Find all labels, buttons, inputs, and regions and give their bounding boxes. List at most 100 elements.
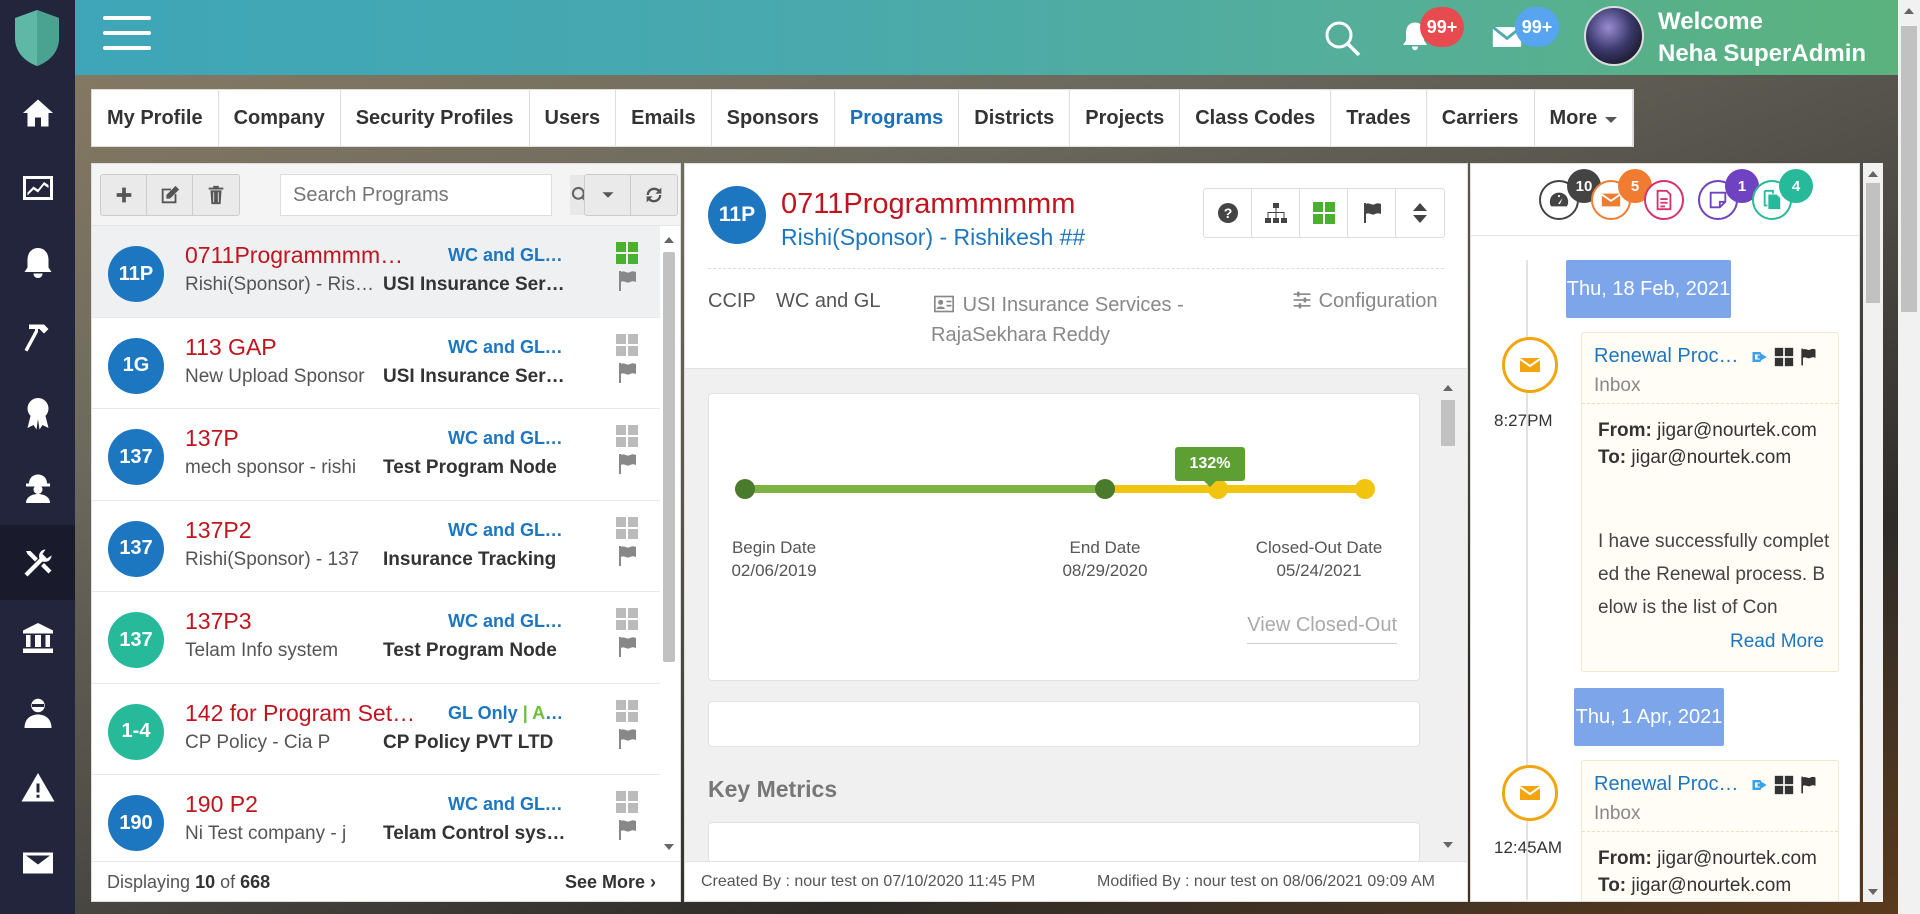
scroll-up-icon[interactable]	[1443, 385, 1453, 391]
closed-out-marker	[1355, 479, 1375, 499]
email-subject[interactable]: Renewal Process	[1594, 345, 1744, 368]
scroll-up-icon[interactable]	[664, 237, 674, 243]
tab-my-profile[interactable]: My Profile	[92, 90, 219, 146]
list-item[interactable]: 190 190 P2 WC and GL Program Ni Test com…	[92, 775, 660, 862]
hamburger-menu-icon[interactable]	[103, 16, 151, 56]
scroll-down-icon[interactable]	[1868, 889, 1878, 895]
email-card[interactable]: Renewal Process Inbox From: jigar@nourte…	[1581, 760, 1839, 901]
view-closed-out-button[interactable]: View Closed-Out	[1247, 614, 1397, 644]
worker-icon[interactable]	[0, 450, 75, 525]
edit-button[interactable]	[147, 175, 193, 215]
scroll-down-icon[interactable]	[1443, 842, 1453, 848]
grid-icon[interactable]	[1300, 189, 1348, 237]
list-item[interactable]: 137 137P3 WC and GL Program Telam Info s…	[92, 592, 660, 684]
list-item[interactable]: 11P 0711Programmmmmmm WC and GL Program …	[92, 226, 660, 318]
forward-icon[interactable]	[1750, 775, 1770, 795]
list-item[interactable]: 137 137P2 WC and GL Program Rishi(Sponso…	[92, 500, 660, 592]
grid-icon[interactable]	[615, 699, 639, 723]
tab-emails[interactable]: Emails	[616, 90, 712, 146]
email-card[interactable]: Renewal Process Inbox From: jigar@nourte…	[1581, 332, 1839, 672]
program-insurer: Test Program Node	[383, 640, 557, 661]
program-name: 0711Programmmmmmm	[185, 242, 417, 268]
dashboard-icon[interactable]	[0, 150, 75, 225]
tab-security-profiles[interactable]: Security Profiles	[341, 90, 530, 146]
scrollbar-thumb[interactable]	[1441, 400, 1455, 446]
grid-icon[interactable]	[1774, 347, 1794, 367]
flag-icon[interactable]	[1348, 189, 1396, 237]
tab-trades[interactable]: Trades	[1331, 90, 1427, 146]
document-icon[interactable]	[1644, 180, 1684, 220]
tab-projects[interactable]: Projects	[1070, 90, 1181, 146]
scroll-down-icon[interactable]	[664, 844, 674, 850]
program-sponsor-link[interactable]: Rishi(Sponsor) - Rishikesh ##	[781, 224, 1085, 251]
grid-icon[interactable]	[615, 790, 639, 814]
tab-programs[interactable]: Programs	[835, 90, 960, 146]
sort-icon[interactable]	[1396, 189, 1444, 237]
email-card-actions	[1750, 775, 1818, 795]
scrollbar-thumb[interactable]	[663, 252, 675, 662]
list-item[interactable]: 1-4 142 for Program Setup GL Only | Acti…	[92, 683, 660, 775]
begin-marker	[735, 479, 755, 499]
bell-icon[interactable]	[0, 225, 75, 300]
detail-scrollbar[interactable]	[1439, 382, 1457, 852]
tab-users[interactable]: Users	[530, 90, 617, 146]
agent-icon[interactable]	[0, 675, 75, 750]
flag-icon[interactable]	[615, 727, 639, 751]
flag-icon[interactable]	[1798, 775, 1818, 795]
activity-time: 8:27PM	[1494, 411, 1553, 430]
program-type-gl: GL Only	[448, 702, 518, 723]
tab-carriers[interactable]: Carriers	[1427, 90, 1535, 146]
list-item[interactable]: 137 137P WC and GL Program mech sponsor …	[92, 409, 660, 501]
flag-icon[interactable]	[615, 361, 639, 385]
tools-icon[interactable]	[0, 525, 75, 600]
grid-icon[interactable]	[615, 516, 639, 540]
flag-icon[interactable]	[615, 544, 639, 568]
tab-more[interactable]: More	[1535, 90, 1634, 146]
list-scrollbar[interactable]	[660, 234, 678, 854]
grid-icon[interactable]	[615, 607, 639, 631]
warning-icon[interactable]	[0, 750, 75, 825]
tab-class-codes[interactable]: Class Codes	[1180, 90, 1332, 146]
shield-logo-icon[interactable]	[12, 8, 62, 68]
activity-scrollbar[interactable]	[1863, 163, 1883, 902]
search-input[interactable]	[281, 175, 570, 215]
tab-company[interactable]: Company	[219, 90, 341, 146]
help-icon[interactable]: ?	[1204, 189, 1252, 237]
scrollbar-thumb[interactable]	[1901, 26, 1917, 312]
see-more-link[interactable]: See More ›	[565, 872, 656, 893]
avatar[interactable]	[1584, 6, 1644, 66]
refresh-icon[interactable]	[631, 175, 677, 215]
flag-icon[interactable]	[615, 818, 639, 842]
list-item[interactable]: 1G 113 GAP WC and GL Program New Upload …	[92, 317, 660, 409]
tab-sponsors[interactable]: Sponsors	[712, 90, 835, 146]
bank-icon[interactable]	[0, 600, 75, 675]
award-icon[interactable]	[0, 375, 75, 450]
flag-icon[interactable]	[615, 269, 639, 293]
hammer-icon[interactable]	[0, 300, 75, 375]
chevron-right-icon: ›	[650, 872, 656, 892]
forward-icon[interactable]	[1750, 347, 1770, 367]
mail-icon[interactable]	[0, 825, 75, 900]
flag-icon[interactable]	[615, 452, 639, 476]
scroll-up-icon[interactable]	[1868, 171, 1878, 177]
scroll-up-icon[interactable]	[1904, 8, 1914, 14]
tab-districts[interactable]: Districts	[959, 90, 1071, 146]
grid-icon[interactable]	[615, 333, 639, 357]
home-icon[interactable]	[0, 75, 75, 150]
email-subject[interactable]: Renewal Process	[1594, 773, 1744, 796]
hierarchy-icon[interactable]	[1252, 189, 1300, 237]
scrollbar-thumb[interactable]	[1866, 183, 1880, 303]
flag-icon[interactable]	[615, 635, 639, 659]
delete-button[interactable]	[193, 175, 239, 215]
grid-icon[interactable]	[615, 241, 639, 265]
add-button[interactable]	[101, 175, 147, 215]
filter-dropdown-icon[interactable]	[585, 175, 631, 215]
read-more-link[interactable]: Read More	[1730, 631, 1824, 653]
grid-icon[interactable]	[615, 424, 639, 448]
flag-icon[interactable]	[1798, 347, 1818, 367]
configuration-link[interactable]: Configuration	[1291, 290, 1438, 313]
grid-icon[interactable]	[1774, 775, 1794, 795]
welcome-text[interactable]: Welcome Neha SuperAdmin	[1658, 6, 1866, 70]
search-icon[interactable]	[1322, 18, 1362, 58]
page-scrollbar[interactable]	[1898, 0, 1920, 914]
